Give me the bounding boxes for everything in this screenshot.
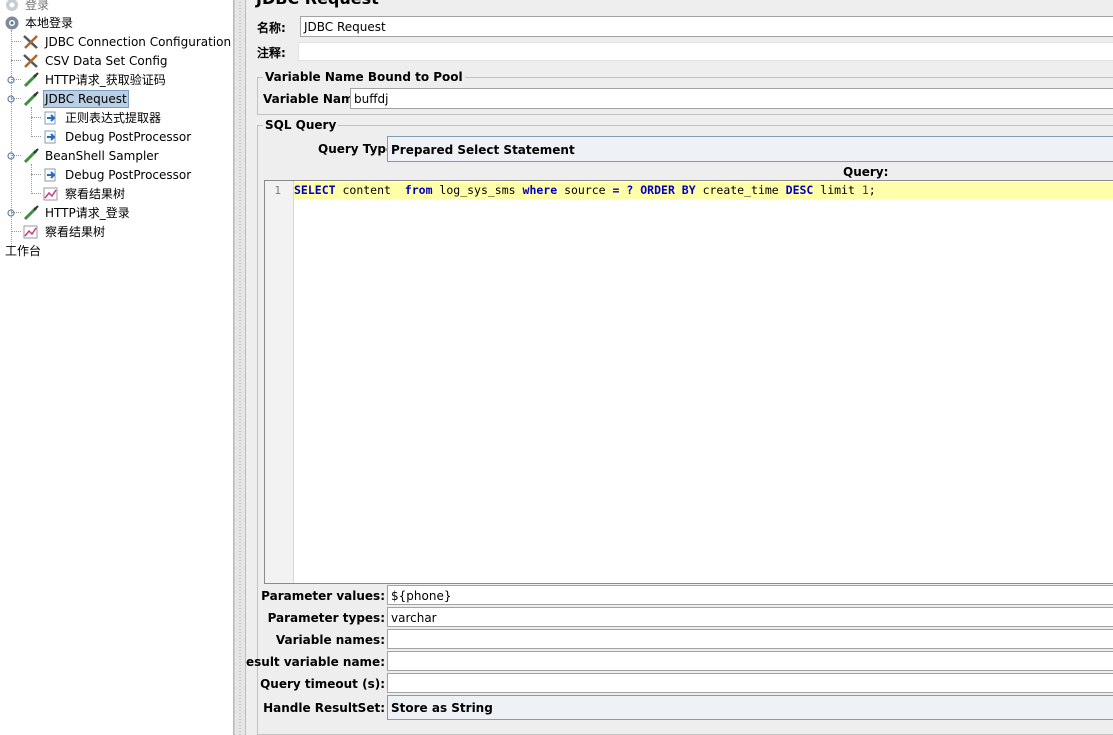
sql-token: create_time — [695, 183, 786, 197]
comment-label: 注释: — [257, 46, 286, 60]
sql-token: where — [522, 183, 558, 197]
postprocessor-icon — [42, 167, 58, 183]
variable-names-field[interactable] — [387, 629, 1113, 649]
listener-icon — [42, 186, 58, 202]
test-plan-tree[interactable]: 登录 本地登录 JDBC Connection Configuration CS… — [0, 0, 234, 735]
tree-node-label: CSV Data Set Config — [45, 54, 168, 68]
split-pane-divider[interactable] — [234, 0, 246, 735]
tree-node-thread-group-login[interactable]: 登录 — [0, 0, 230, 14]
parameter-types-label: Parameter types: — [267, 611, 385, 625]
pool-group-title: Variable Name Bound to Pool — [263, 70, 465, 84]
comment-field[interactable] — [298, 42, 1113, 61]
tree-node-label: 察看结果树 — [65, 187, 126, 201]
sql-token: = ? — [612, 183, 634, 197]
parameter-values-label: Parameter values: — [261, 589, 385, 603]
tree-node-csv-data-set-config[interactable]: CSV Data Set Config — [0, 52, 230, 70]
name-field[interactable]: JDBC Request — [300, 16, 1113, 37]
sql-query-group-title: SQL Query — [263, 118, 339, 132]
tree-node-label: 登录 — [25, 0, 50, 12]
parameter-types-field[interactable]: varchar — [387, 607, 1113, 627]
query-label: Query: — [843, 165, 889, 179]
tree-node-label: HTTP请求_登录 — [45, 206, 130, 220]
sql-query-editor[interactable]: 1 SELECT content from log_sys_sms where … — [264, 180, 1113, 584]
tree-node-label: BeanShell Sampler — [45, 149, 159, 163]
tree-node-jdbc-request[interactable]: JDBC Request — [0, 90, 230, 108]
sql-code: SELECT content from log_sys_sms where so… — [294, 183, 876, 198]
sql-token: source — [557, 183, 613, 197]
line-number: 1 — [274, 184, 281, 197]
tree-node-label: 本地登录 — [25, 16, 74, 30]
postprocessor-icon — [42, 110, 58, 126]
tree-node-regex-extractor[interactable]: 正则表达式提取器 — [0, 109, 230, 127]
tree-node-view-results-tree[interactable]: 察看结果树 — [0, 223, 230, 241]
gear-icon — [3, 15, 19, 31]
query-timeout-label: Query timeout (s): — [260, 677, 385, 691]
parameter-values-field[interactable]: ${phone} — [387, 585, 1113, 605]
tree-node-label: 正则表达式提取器 — [65, 111, 162, 125]
tree-node-label: JDBC Request — [43, 90, 129, 108]
query-timeout-field[interactable] — [387, 673, 1113, 693]
sql-token: DESC — [785, 183, 814, 197]
sql-token: SELECT — [294, 183, 336, 197]
handle-resultset-label: Handle ResultSet: — [263, 701, 385, 715]
tree-node-label: Debug PostProcessor — [65, 168, 192, 182]
pipette-icon — [22, 72, 39, 88]
line-number-gutter: 1 — [265, 181, 294, 583]
pipette-icon — [22, 148, 39, 164]
variable-names-label: Variable names: — [275, 633, 385, 647]
sql-token: 1 — [861, 183, 869, 197]
sql-token: log_sys_sms — [432, 183, 523, 197]
tree-node-debug-postprocessor[interactable]: Debug PostProcessor — [0, 166, 230, 184]
wrench-icon — [22, 53, 38, 69]
tree-node-workbench[interactable]: 工作台 — [0, 242, 230, 260]
tree-node-beanshell-sampler[interactable]: BeanShell Sampler — [0, 147, 230, 165]
sql-token: content — [335, 183, 405, 197]
pipette-icon — [22, 205, 39, 221]
tree-node-label: 工作台 — [5, 244, 42, 258]
tree-node-label: HTTP请求_获取验证码 — [45, 73, 166, 87]
variable-name-field[interactable]: buffdj — [350, 88, 1113, 109]
sql-token: limit — [813, 183, 862, 197]
sql-token: ; — [868, 183, 876, 197]
handle-resultset-select[interactable]: Store as String — [387, 695, 1113, 720]
tree-node-thread-group-local-login[interactable]: 本地登录 — [0, 14, 230, 32]
listener-icon — [22, 224, 38, 240]
result-variable-name-label: Result variable name: — [246, 655, 385, 669]
result-variable-name-field[interactable] — [387, 651, 1113, 671]
tree-node-http-request-login[interactable]: HTTP请求_登录 — [0, 204, 230, 222]
tree-node-jdbc-connection-config[interactable]: JDBC Connection Configuration — [0, 33, 232, 51]
tree-node-label: JDBC Connection Configuration — [45, 35, 232, 49]
gear-icon — [4, 0, 20, 13]
jdbc-request-panel: JDBC Request 名称: JDBC Request 注释: Variab… — [246, 0, 1113, 735]
tree-node-view-results-tree[interactable]: 察看结果树 — [0, 185, 230, 203]
sql-token: ORDER BY — [640, 183, 696, 197]
postprocessor-icon — [42, 129, 58, 145]
wrench-icon — [22, 34, 38, 50]
panel-title: JDBC Request — [256, 0, 379, 8]
tree-node-label: 察看结果树 — [45, 225, 106, 239]
sql-token: from — [404, 183, 433, 197]
query-type-select[interactable]: Prepared Select Statement — [387, 136, 1113, 162]
tree-node-http-request-captcha[interactable]: HTTP请求_获取验证码 — [0, 71, 230, 89]
tree-node-label: Debug PostProcessor — [65, 130, 192, 144]
tree-node-debug-postprocessor[interactable]: Debug PostProcessor — [0, 128, 230, 146]
pipette-icon — [22, 91, 39, 107]
name-label: 名称: — [257, 21, 286, 35]
